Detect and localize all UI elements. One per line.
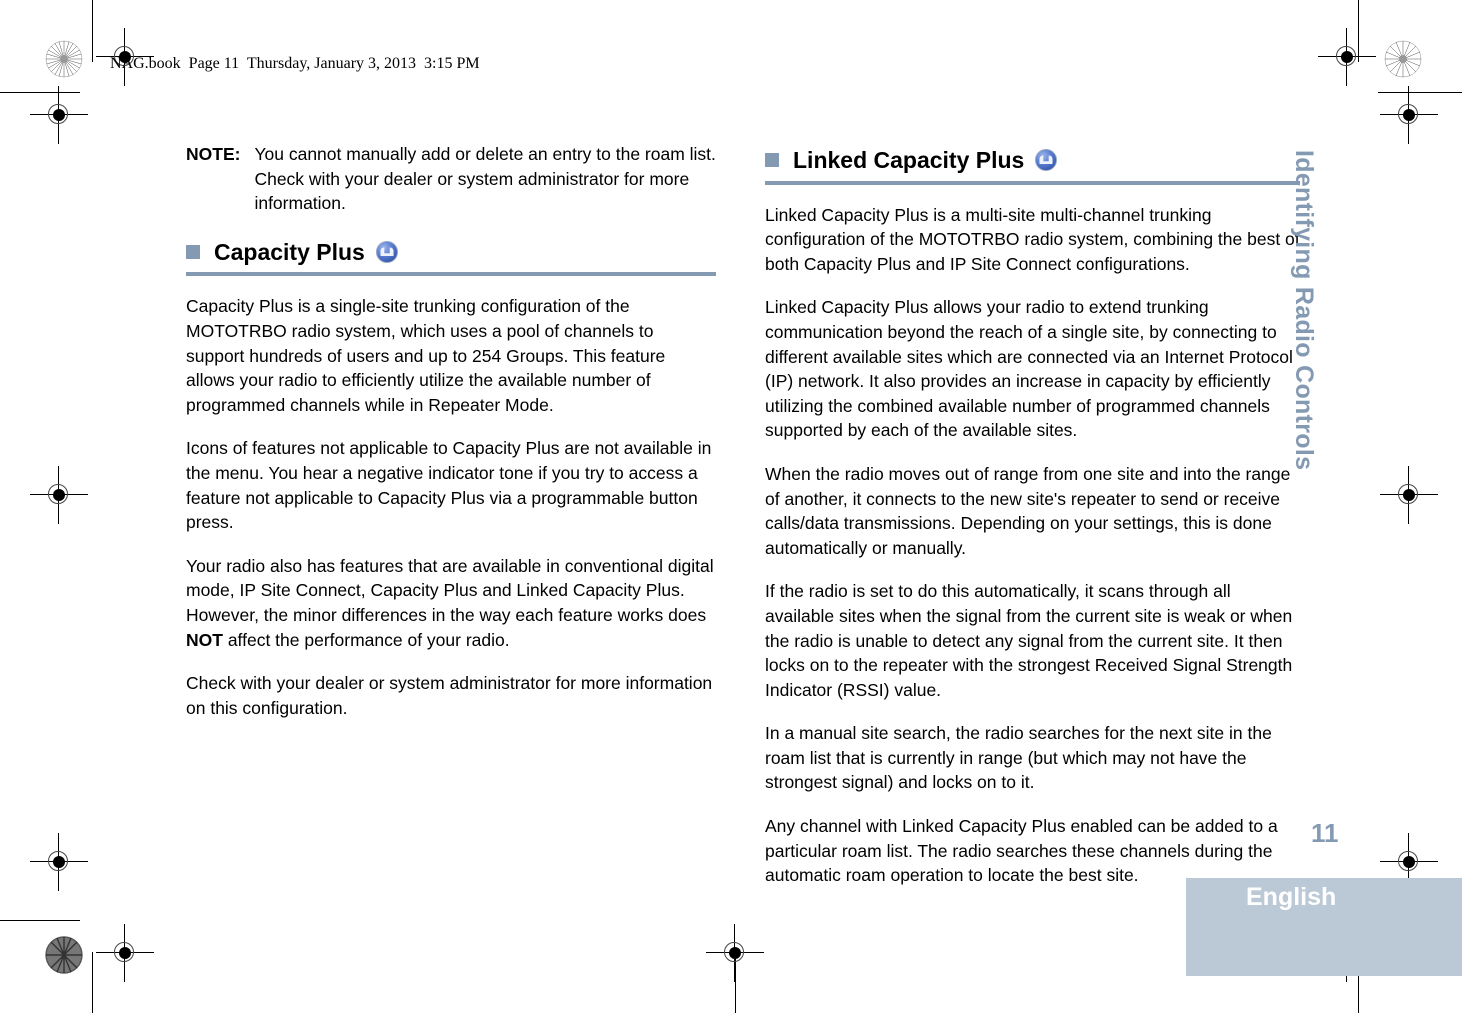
- crop-line-top-left-horizontal: [0, 92, 80, 93]
- crop-line-bottom-left-vertical: [92, 952, 93, 1013]
- section-heading-linked-capacity-plus: Linked Capacity Plus: [765, 148, 1300, 173]
- crop-line-top-left-vertical: [92, 0, 93, 62]
- section-bullet-square: [186, 245, 200, 260]
- paragraph: Linked Capacity Plus allows your radio t…: [765, 297, 1293, 441]
- registration-target-left-upper: [30, 86, 88, 144]
- registration-target-bottom-center: [706, 924, 764, 982]
- chapter-side-title: Identifying Radio Controls: [1290, 150, 1318, 471]
- section-rule: [765, 180, 1300, 185]
- paragraph: Check with your dealer or system adminis…: [186, 673, 713, 718]
- registration-target-bottom-left: [96, 924, 154, 982]
- registration-target-left-middle: [30, 466, 88, 524]
- paragraph: If the radio is set to do this automatic…: [765, 581, 1293, 700]
- paragraph-text-before: Your radio also has features that are av…: [186, 555, 714, 625]
- capacity-plus-icon: [375, 240, 399, 264]
- registration-target-top-right: [1318, 28, 1376, 86]
- paragraph: Linked Capacity Plus is a multi-site mul…: [765, 204, 1300, 274]
- registration-target-right-upper: [1380, 86, 1438, 144]
- paragraph: When the radio moves out of range from o…: [765, 463, 1291, 558]
- section-title: Capacity Plus: [214, 238, 365, 265]
- paragraph-text-after: affect the performance of your radio.: [222, 629, 510, 650]
- page-number: 11: [1311, 818, 1339, 848]
- paragraph-bold-emphasis: NOT: [186, 629, 223, 650]
- section-title: Linked Capacity Plus: [793, 147, 1025, 173]
- paragraph-with-bold: Your radio also has features that are av…: [186, 554, 716, 652]
- section-heading-capacity-plus: Capacity Plus: [186, 240, 716, 265]
- section-rule: [186, 272, 716, 277]
- paragraph: Any channel with Linked Capacity Plus en…: [765, 816, 1278, 886]
- paragraph: Capacity Plus is a single-site trunking …: [186, 296, 666, 415]
- right-column: Linked Capacity Plus Linked Capacity Plu…: [765, 142, 1300, 907]
- file-header-text: NAG.book Page 11 Thursday, January 3, 20…: [110, 55, 480, 72]
- language-label: English: [1246, 883, 1337, 911]
- note-text: You cannot manually add or delete an ent…: [254, 144, 716, 214]
- left-column: NOTE: You cannot manually add or delete …: [186, 142, 716, 739]
- paragraph: In a manual site search, the radio searc…: [765, 723, 1272, 793]
- paragraph: Icons of features not applicable to Capa…: [186, 438, 712, 533]
- crop-line-bottom-left-horizontal: [0, 920, 80, 921]
- starburst-mark-top-left: [45, 40, 83, 78]
- crop-line-top-right-horizontal: [1378, 92, 1462, 93]
- capacity-plus-icon: [1034, 148, 1058, 172]
- note-block: NOTE: You cannot manually add or delete …: [186, 142, 716, 216]
- registration-target-right-lower: [1380, 833, 1438, 891]
- starburst-mark-bottom-left: [45, 936, 83, 974]
- note-label: NOTE:: [186, 144, 241, 164]
- registration-target-left-lower: [30, 833, 88, 891]
- starburst-mark-top-right: [1384, 40, 1422, 78]
- section-bullet-square: [765, 153, 779, 168]
- registration-target-right-middle: [1380, 466, 1438, 524]
